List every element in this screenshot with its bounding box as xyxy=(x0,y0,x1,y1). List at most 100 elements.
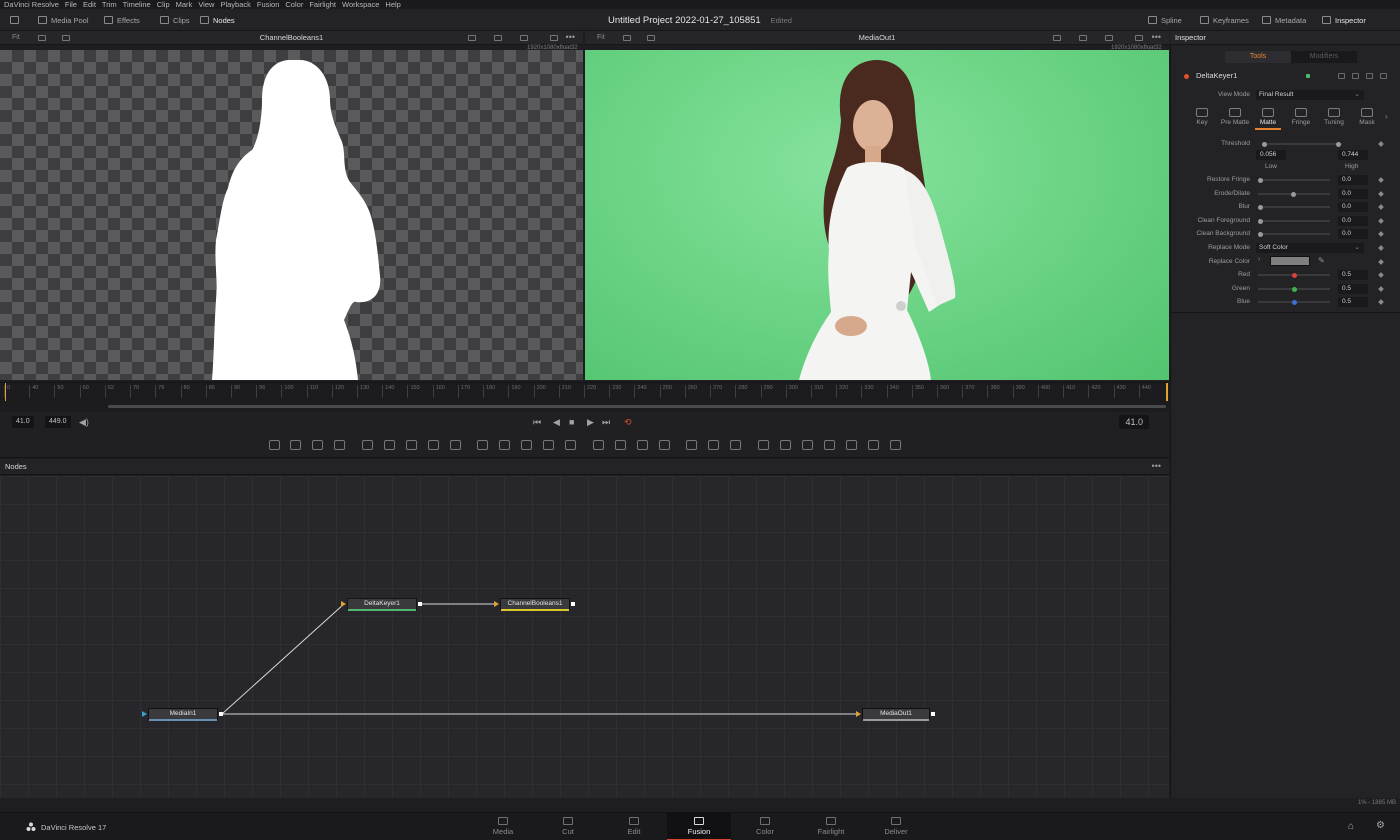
eyedropper-icon[interactable]: ✎ xyxy=(1318,256,1325,265)
crop-tool-icon[interactable] xyxy=(565,440,576,450)
tool-reset-icon[interactable] xyxy=(1380,73,1387,79)
threshold-low-knob[interactable] xyxy=(1262,141,1267,147)
tool-color-icon[interactable] xyxy=(1306,74,1310,78)
green-knob[interactable] xyxy=(1292,286,1297,292)
viewer-left-window-icon[interactable] xyxy=(550,35,558,41)
loader-tool-icon[interactable] xyxy=(477,440,488,450)
end-time-field[interactable]: 449.0 xyxy=(45,416,71,428)
text-tool-icon[interactable] xyxy=(312,440,323,450)
tab-tools[interactable]: Tools xyxy=(1225,51,1291,63)
clean-foreground-field[interactable]: 0.0 xyxy=(1338,216,1368,226)
page-media[interactable]: Media xyxy=(471,813,535,840)
tool-pin-icon[interactable] xyxy=(1352,73,1359,79)
transform-tool-icon[interactable] xyxy=(521,440,532,450)
viewer-left-grid-icon[interactable] xyxy=(520,35,528,41)
playhead[interactable] xyxy=(5,383,6,401)
keyframes-button[interactable]: Keyframes xyxy=(1200,9,1249,31)
planar-tracker-icon[interactable] xyxy=(708,440,719,450)
go-to-end-icon[interactable]: ⏭ xyxy=(602,415,610,429)
text3d-tool-icon[interactable] xyxy=(780,440,791,450)
menu-edit[interactable]: Edit xyxy=(83,0,96,9)
blur-tool-icon[interactable] xyxy=(384,440,395,450)
rectangle-mask-icon[interactable] xyxy=(593,440,604,450)
subtab-mask[interactable]: Mask xyxy=(1352,108,1382,126)
stop-icon[interactable]: ■ xyxy=(569,415,574,429)
node-mediaout1[interactable]: MediaOut1 xyxy=(862,708,930,721)
erode-dilate-knob[interactable] xyxy=(1291,191,1296,197)
render-end-marker[interactable] xyxy=(1166,383,1168,401)
menu-fusion[interactable]: Fusion xyxy=(257,0,280,9)
restore-fringe-slider[interactable] xyxy=(1258,177,1330,183)
node-mediain1[interactable]: MediaIn1 xyxy=(148,708,218,721)
paint-tool-icon[interactable] xyxy=(290,440,301,450)
subtab-matte[interactable]: Matte xyxy=(1253,108,1283,130)
glow-tool-icon[interactable] xyxy=(450,440,461,450)
merge-tool-icon[interactable] xyxy=(499,440,510,450)
timeline-scrollbar[interactable] xyxy=(0,401,1169,412)
blue-knob[interactable] xyxy=(1292,299,1297,305)
restore-fringe-field[interactable]: 0.0 xyxy=(1338,175,1368,185)
blur-slider[interactable] xyxy=(1258,204,1330,210)
subtab-key[interactable]: Key xyxy=(1187,108,1217,126)
menu-clip[interactable]: Clip xyxy=(157,0,170,9)
replace-color-expand-icon[interactable]: › xyxy=(1258,256,1260,263)
viewer-left-canvas[interactable] xyxy=(0,50,583,380)
nodes-more-icon[interactable]: ••• xyxy=(1152,459,1161,473)
timeline-scroll-thumb[interactable] xyxy=(108,405,1166,408)
green-slider[interactable] xyxy=(1258,286,1330,292)
blue-field[interactable]: 0.5 xyxy=(1338,297,1368,307)
camera3d-tool-icon[interactable] xyxy=(802,440,813,450)
menu-trim[interactable]: Trim xyxy=(102,0,117,9)
tool-version-icon[interactable] xyxy=(1338,73,1345,79)
viewer-right-more-icon[interactable]: ••• xyxy=(1152,31,1161,43)
green-field[interactable]: 0.5 xyxy=(1338,284,1368,294)
loop-icon[interactable]: ⟲ xyxy=(624,415,632,429)
ellipse-mask-icon[interactable] xyxy=(615,440,626,450)
viewer-left-channel-icon[interactable] xyxy=(494,35,502,41)
subtab-tuning[interactable]: Tuning xyxy=(1319,108,1349,126)
inspector-button[interactable]: Inspector xyxy=(1322,9,1366,31)
menu-view[interactable]: View xyxy=(198,0,214,9)
replace-color-swatch[interactable] xyxy=(1270,256,1310,266)
shape3d-tool-icon[interactable] xyxy=(758,440,769,450)
color-corrector-icon[interactable] xyxy=(406,440,417,450)
clean-background-field[interactable]: 0.0 xyxy=(1338,229,1368,239)
restore-fringe-knob[interactable] xyxy=(1258,177,1263,183)
clean-foreground-slider[interactable] xyxy=(1258,218,1330,224)
tab-modifiers[interactable]: Modifiers xyxy=(1291,51,1357,63)
red-field[interactable]: 0.5 xyxy=(1338,270,1368,280)
current-time-field[interactable]: 41.0 xyxy=(12,416,34,428)
panel-toggle-button[interactable] xyxy=(10,9,19,31)
play-icon[interactable]: ▶ xyxy=(587,415,594,429)
clean-foreground-knob[interactable] xyxy=(1258,218,1263,224)
clean-background-slider[interactable] xyxy=(1258,231,1330,237)
page-edit[interactable]: Edit xyxy=(602,813,666,840)
threshold-slider[interactable] xyxy=(1262,141,1342,147)
renderer3d-tool-icon[interactable] xyxy=(868,440,879,450)
brightness-tool-icon[interactable] xyxy=(428,440,439,450)
viewer-right-channel-icon[interactable] xyxy=(1079,35,1087,41)
tracker-tool-icon[interactable] xyxy=(686,440,697,450)
page-fusion[interactable]: Fusion xyxy=(667,813,731,840)
menu-app[interactable]: DaVinci Resolve xyxy=(4,0,59,9)
settings-icon[interactable]: ⚙ xyxy=(1376,820,1385,831)
background-tool-icon[interactable] xyxy=(269,440,280,450)
go-to-start-icon[interactable]: ⏮ xyxy=(533,415,541,429)
menu-timeline[interactable]: Timeline xyxy=(123,0,151,9)
threshold-low-field[interactable]: 0.056 xyxy=(1256,150,1286,160)
erode-dilate-slider[interactable] xyxy=(1258,191,1330,197)
menu-fairlight[interactable]: Fairlight xyxy=(309,0,336,9)
threshold-high-knob[interactable] xyxy=(1336,141,1341,147)
view-mode-dropdown[interactable]: Final Result ⌄ xyxy=(1256,90,1364,100)
page-color[interactable]: Color xyxy=(733,813,797,840)
page-deliver[interactable]: Deliver xyxy=(864,813,928,840)
merge3d-tool-icon[interactable] xyxy=(846,440,857,450)
media-pool-button[interactable]: Media Pool xyxy=(38,9,89,31)
erode-dilate-field[interactable]: 0.0 xyxy=(1338,189,1368,199)
viewer-left-roi-icon[interactable] xyxy=(468,35,476,41)
subtab-fringe[interactable]: Fringe xyxy=(1286,108,1316,126)
red-knob[interactable] xyxy=(1292,272,1297,278)
time-ruler[interactable]: 0 40 50 60 62 70 76 80 86 90 96 100 110 120 130 140 150 1… xyxy=(0,382,1169,401)
tool-enable-icon[interactable] xyxy=(1184,74,1189,79)
replace-mode-dropdown[interactable]: Soft Color ⌄ xyxy=(1256,243,1364,253)
